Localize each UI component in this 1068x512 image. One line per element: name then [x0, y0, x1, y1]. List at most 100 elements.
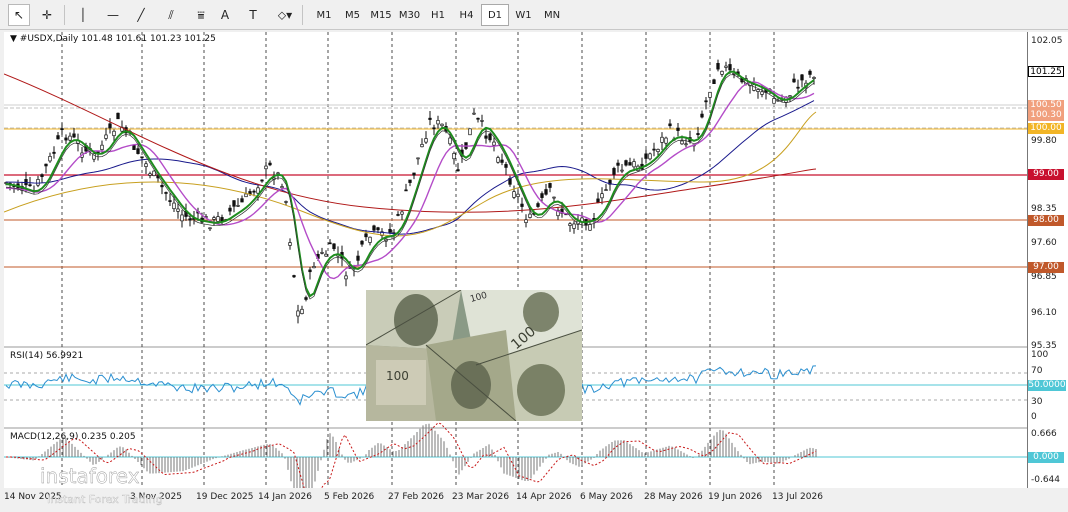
- candle: [488, 132, 492, 143]
- symbol-label: #USDX,Daily: [19, 34, 79, 44]
- candle: [668, 119, 672, 129]
- candle: [400, 210, 404, 221]
- candle: [272, 171, 276, 185]
- candle: [412, 172, 416, 180]
- candle: [428, 110, 432, 126]
- price-axis-label: 96.10: [1031, 308, 1057, 318]
- candle: [436, 115, 440, 129]
- horizontal-line-icon[interactable]: —: [102, 4, 124, 26]
- level-tag-98-00: 98.00: [1028, 215, 1064, 226]
- timeframe-d1[interactable]: D1: [481, 4, 509, 26]
- candle: [536, 201, 540, 208]
- rsi-label: RSI(14) 56.9921: [10, 351, 84, 361]
- candle: [516, 189, 520, 204]
- macd-axis-label: 0.666: [1031, 429, 1057, 439]
- equidistant-channel-icon[interactable]: ⫽: [160, 4, 182, 26]
- candle: [56, 131, 60, 140]
- timeframe-m5[interactable]: M5: [339, 4, 367, 26]
- price-axis-label: 97.60: [1031, 238, 1057, 248]
- candle: [492, 137, 496, 152]
- timeframe-mn[interactable]: MN: [538, 4, 566, 26]
- timeframe-h4[interactable]: H4: [453, 4, 481, 26]
- macd-label: MACD(12,26,9) 0.235 0.205: [10, 432, 136, 442]
- candle: [396, 211, 400, 217]
- candle: [432, 124, 436, 136]
- timeframe-h1[interactable]: H1: [424, 4, 452, 26]
- candle: [236, 198, 240, 207]
- date-axis-label: 19 Jun 2026: [708, 492, 763, 502]
- timeframe-m1[interactable]: M1: [310, 4, 338, 26]
- candle: [120, 120, 124, 133]
- candle: [524, 214, 528, 228]
- candle: [356, 250, 360, 266]
- candle: [60, 123, 64, 135]
- candle: [648, 152, 652, 161]
- vertical-line-icon[interactable]: │: [72, 4, 94, 26]
- candle: [260, 179, 264, 183]
- level-tag-100-30: 100.30: [1028, 110, 1064, 121]
- timeframe-w1[interactable]: W1: [510, 4, 538, 26]
- price-axis-label: 96.85: [1031, 272, 1057, 282]
- candle: [556, 207, 560, 220]
- logo-tagline-text: Instant Forex Trading: [47, 493, 163, 506]
- timeframe-m15[interactable]: M15: [367, 4, 395, 26]
- crosshair-icon[interactable]: ✛: [36, 4, 58, 26]
- candle: [716, 59, 720, 72]
- date-axis-label: 6 May 2026: [580, 492, 633, 502]
- text-icon[interactable]: A: [214, 4, 236, 26]
- rsi-axis-label: 70: [1031, 366, 1043, 376]
- candle: [628, 157, 632, 166]
- candle: [300, 305, 304, 315]
- candle: [232, 200, 236, 213]
- text-label-icon[interactable]: T: [242, 4, 264, 26]
- trendline-icon[interactable]: ╱: [130, 4, 152, 26]
- candle: [144, 161, 148, 175]
- candle: [588, 222, 592, 231]
- candle: [620, 163, 624, 174]
- level-tag-99-00: 99.00: [1028, 169, 1064, 180]
- logo-brand-text: instaforex: [40, 464, 140, 488]
- timeframe-m30[interactable]: M30: [396, 4, 424, 26]
- date-axis-label: 23 Mar 2026: [452, 492, 510, 502]
- date-axis-label: 28 May 2026: [644, 492, 703, 502]
- date-axis-label: 5 Feb 2026: [324, 492, 375, 502]
- candle: [624, 159, 628, 167]
- candle: [136, 145, 140, 155]
- candle: [420, 138, 424, 148]
- candle: [468, 128, 472, 136]
- macd-axis-label: 0.000: [1028, 452, 1064, 463]
- candle: [584, 218, 588, 231]
- candle: [476, 117, 480, 123]
- candles: [4, 58, 816, 324]
- candle: [660, 132, 664, 151]
- candle: [800, 74, 804, 88]
- candle: [604, 184, 608, 191]
- shapes-icon[interactable]: ⬦▾: [270, 4, 300, 26]
- collapse-triangle-icon[interactable]: ▼: [10, 34, 17, 44]
- candle: [452, 151, 456, 165]
- rsi-axis-label: 100: [1031, 350, 1049, 360]
- candle: [652, 142, 656, 157]
- candle: [504, 161, 508, 175]
- candle: [368, 236, 372, 246]
- fibonacci-icon[interactable]: ⩸: [190, 4, 212, 26]
- current-price-tag: 101.25: [1028, 66, 1064, 77]
- candle: [808, 69, 812, 78]
- candle: [644, 149, 648, 164]
- candle: [572, 221, 576, 234]
- cursor-icon[interactable]: ↖: [8, 4, 30, 26]
- candle: [548, 182, 552, 193]
- date-axis-label: 27 Feb 2026: [388, 492, 445, 502]
- toolbar: ↖ ✛ │ — ╱ ⫽ ⩸ A T ⬦▾ M1 M5 M15 M30 H1 H4 D1 W1 MN: [0, 0, 1068, 30]
- price-axis-label: 99.80: [1031, 136, 1057, 146]
- candle: [576, 214, 580, 231]
- candle: [212, 215, 216, 226]
- candle: [616, 159, 620, 173]
- candle: [792, 73, 796, 83]
- candle: [116, 112, 120, 120]
- candle: [148, 171, 152, 179]
- candle: [180, 209, 184, 228]
- candle: [568, 222, 572, 232]
- candle: [168, 193, 172, 207]
- candle: [52, 146, 56, 159]
